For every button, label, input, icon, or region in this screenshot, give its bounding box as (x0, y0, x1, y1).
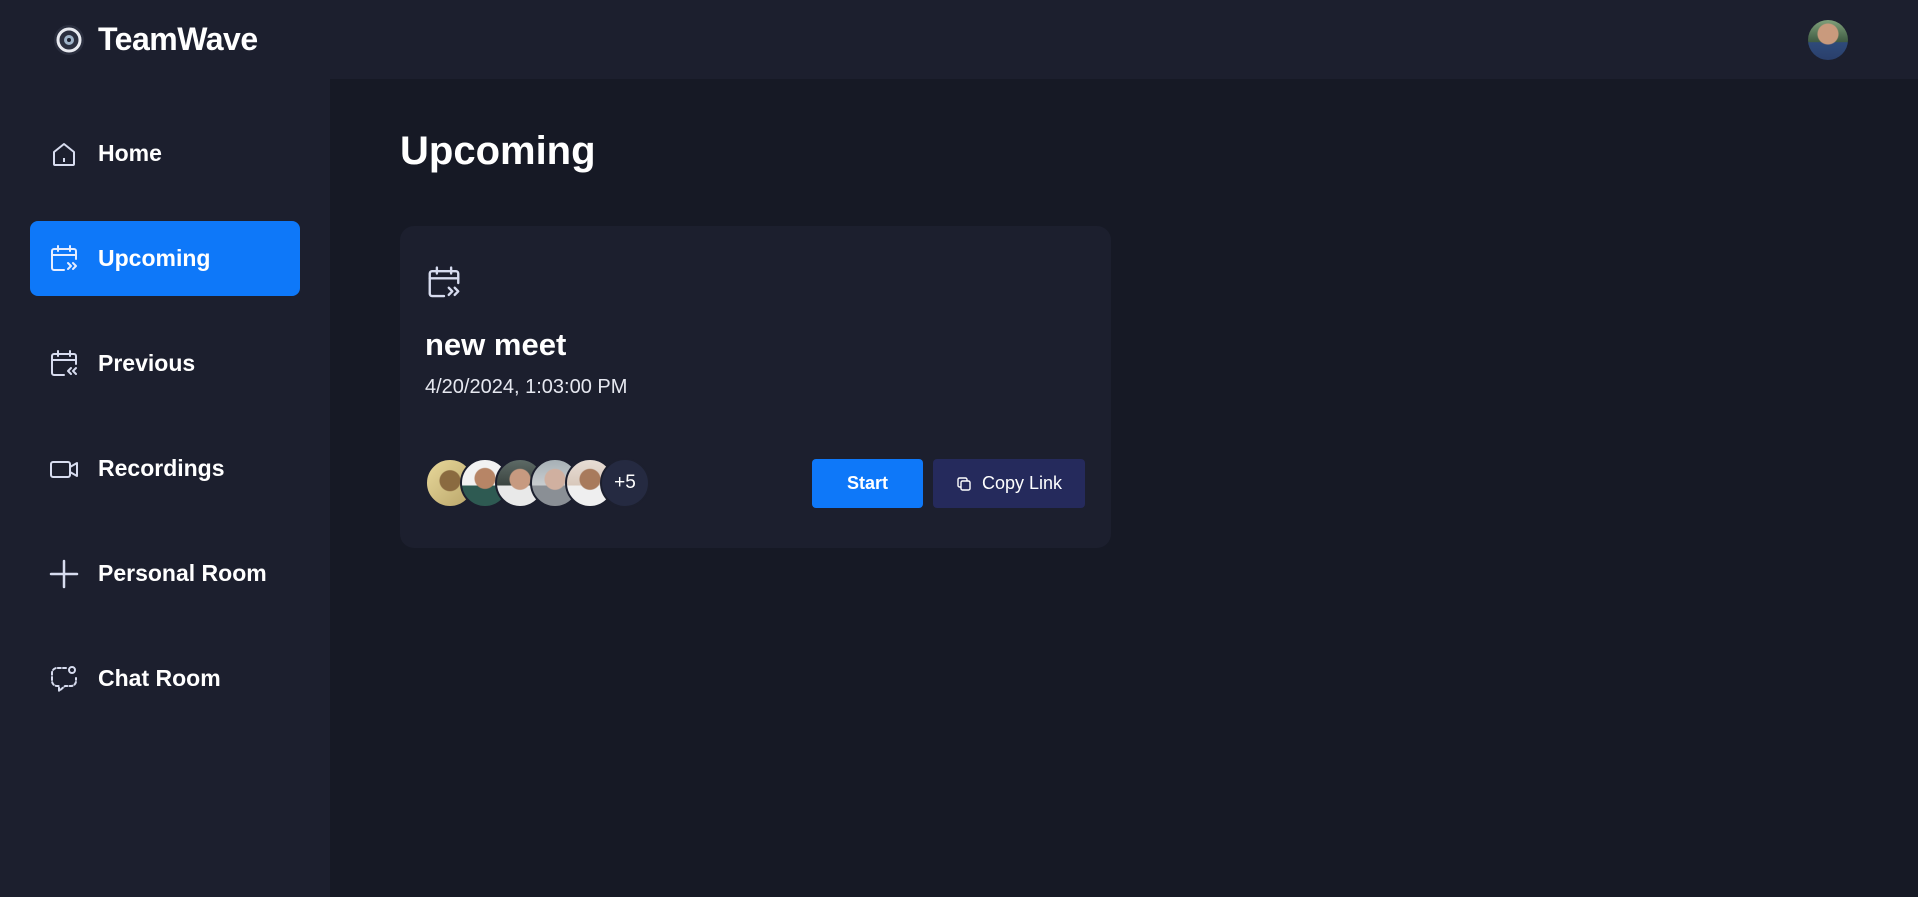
sidebar-item-label: Chat Room (98, 665, 221, 691)
chat-icon (48, 663, 80, 695)
top-bar: TeamWave (0, 0, 1918, 79)
sidebar-item-personal-room[interactable]: Personal Room (30, 536, 300, 611)
home-icon (48, 138, 80, 170)
plus-icon (48, 558, 80, 590)
copy-link-button[interactable]: Copy Link (933, 459, 1085, 508)
sidebar-item-label: Previous (98, 350, 196, 376)
user-avatar[interactable] (1808, 19, 1848, 60)
sidebar: Home Upcoming Previous Recordings Person… (0, 79, 330, 897)
meeting-title: new meet (425, 327, 567, 362)
sidebar-item-upcoming[interactable]: Upcoming (30, 221, 300, 296)
main-content: Upcoming new meet 4/20/2024, 1:03:00 PM … (330, 79, 1918, 897)
meeting-card: new meet 4/20/2024, 1:03:00 PM +5 Start … (400, 226, 1111, 548)
app-name: TeamWave (98, 21, 258, 57)
sidebar-item-chat-room[interactable]: Chat Room (30, 641, 300, 716)
extra-attendees-count: +5 (600, 458, 650, 508)
calendar-upcoming-icon (428, 266, 460, 298)
video-icon (48, 453, 80, 485)
page-title: Upcoming (400, 129, 596, 173)
meeting-date: 4/20/2024, 1:03:00 PM (425, 376, 628, 398)
brand[interactable]: TeamWave (52, 21, 258, 58)
start-button[interactable]: Start (812, 459, 923, 508)
sidebar-item-home[interactable]: Home (30, 116, 300, 191)
sidebar-item-previous[interactable]: Previous (30, 326, 300, 401)
calendar-previous-icon (48, 348, 80, 380)
sidebar-item-label: Upcoming (98, 245, 211, 271)
logo-icon (54, 24, 84, 55)
copy-icon (957, 476, 971, 491)
calendar-upcoming-icon (48, 243, 80, 275)
sidebar-item-label: Recordings (98, 455, 225, 481)
sidebar-item-label: Home (98, 140, 162, 166)
attendee-avatars: +5 (425, 458, 650, 508)
copy-link-label: Copy Link (981, 473, 1063, 493)
sidebar-item-recordings[interactable]: Recordings (30, 431, 300, 506)
sidebar-item-label: Personal Room (98, 560, 267, 586)
